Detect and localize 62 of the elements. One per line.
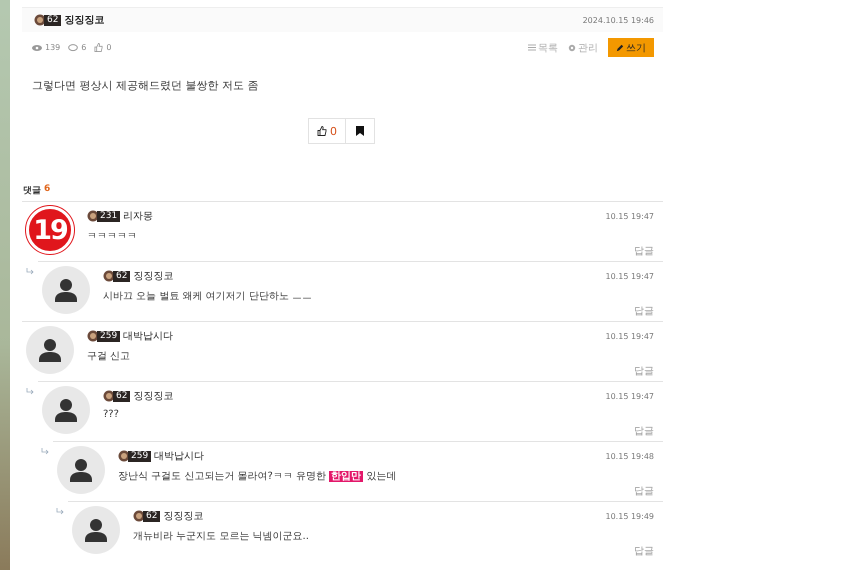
avatar-icon — [72, 506, 120, 554]
comment-author[interactable]: 대박납시다 — [123, 329, 174, 343]
comment-author[interactable]: 징징징코 — [133, 389, 174, 403]
bookmark-icon — [356, 126, 364, 136]
list-link[interactable]: 목록 — [528, 40, 558, 54]
reply-arrow-icon — [41, 448, 49, 455]
level-badge: 259 — [128, 450, 152, 462]
comment-author[interactable]: 리자몽 — [123, 209, 154, 223]
comment-text: 구걸 신고 — [87, 350, 132, 363]
comment-time: 10.15 19:47 — [606, 392, 654, 400]
like-count: 0 — [106, 43, 112, 52]
level-badge: 231 — [97, 210, 120, 222]
comment-author[interactable]: 대박납시다 — [154, 449, 204, 463]
level-badge: 62 — [113, 270, 130, 282]
comment-text: ??? — [103, 409, 120, 420]
reply-link[interactable]: 답글 — [634, 244, 654, 258]
reply-link[interactable]: 답글 — [634, 304, 654, 318]
reply-link[interactable]: 답글 — [634, 364, 654, 378]
comment-count: 6 — [81, 43, 86, 52]
avatar-icon — [57, 446, 105, 494]
comments-count: 6 — [44, 184, 50, 196]
comment-time: 10.15 19:47 — [606, 272, 654, 280]
comment-text: 개뉴비라 누군지도 모르는 닉넴이군요.. — [133, 530, 310, 543]
level-badge: 62 — [44, 14, 62, 26]
avatar-icon — [42, 266, 90, 314]
thumbs-up-icon — [317, 126, 327, 136]
comment-author[interactable]: 징징징코 — [133, 269, 174, 283]
comments-label: 댓글 — [23, 185, 41, 196]
level-badge: 259 — [97, 330, 120, 342]
thumbs-up-icon — [94, 43, 104, 52]
manage-link[interactable]: 관리 — [568, 40, 598, 54]
post-date: 2024.10.15 19:46 — [582, 16, 654, 24]
avatar-icon — [42, 386, 90, 434]
gear-icon — [568, 44, 576, 52]
eye-icon — [32, 44, 42, 50]
comment-time: 10.15 19:47 — [606, 212, 654, 220]
reply-arrow-icon — [56, 508, 64, 515]
like-button[interactable]: 0 — [308, 118, 346, 144]
comment-author[interactable]: 징징징코 — [163, 509, 204, 523]
bookmark-button[interactable] — [346, 118, 375, 144]
comment-time: 10.15 19:48 — [606, 452, 654, 460]
comment-text: 장난식 구걸도 신고되는거 몰라여?ㅋㅋ 유명한 한입만 있는데 — [118, 470, 398, 483]
level-badge: 62 — [143, 510, 160, 522]
comment-text: 시바끄 오늘 벌툐 왜케 여기저기 단단하노 ㅡㅡ — [103, 290, 314, 303]
reply-arrow-icon — [26, 388, 34, 395]
reply-link[interactable]: 답글 — [634, 424, 654, 438]
comment-time: 10.15 19:47 — [606, 332, 654, 340]
comment-text: ㅋㅋㅋㅋㅋ — [87, 230, 138, 243]
pencil-icon — [616, 44, 624, 52]
reply-link[interactable]: 답글 — [634, 484, 654, 498]
post-author[interactable]: 징징징코 — [64, 13, 104, 27]
avatar-icon — [26, 326, 74, 374]
age-rating-avatar: 19 — [26, 206, 74, 254]
level-badge: 62 — [113, 390, 130, 402]
view-count: 139 — [45, 43, 60, 52]
list-icon — [528, 44, 536, 51]
write-button[interactable]: 쓰기 — [608, 38, 654, 57]
reply-link[interactable]: 답글 — [634, 544, 654, 558]
speech-bubble-icon — [68, 44, 78, 52]
post-body: 그렇다면 평상시 제공해드렸던 불쌍한 저도 좀 — [32, 78, 260, 93]
comment-time: 10.15 19:49 — [606, 512, 654, 520]
reply-arrow-icon — [26, 268, 34, 275]
